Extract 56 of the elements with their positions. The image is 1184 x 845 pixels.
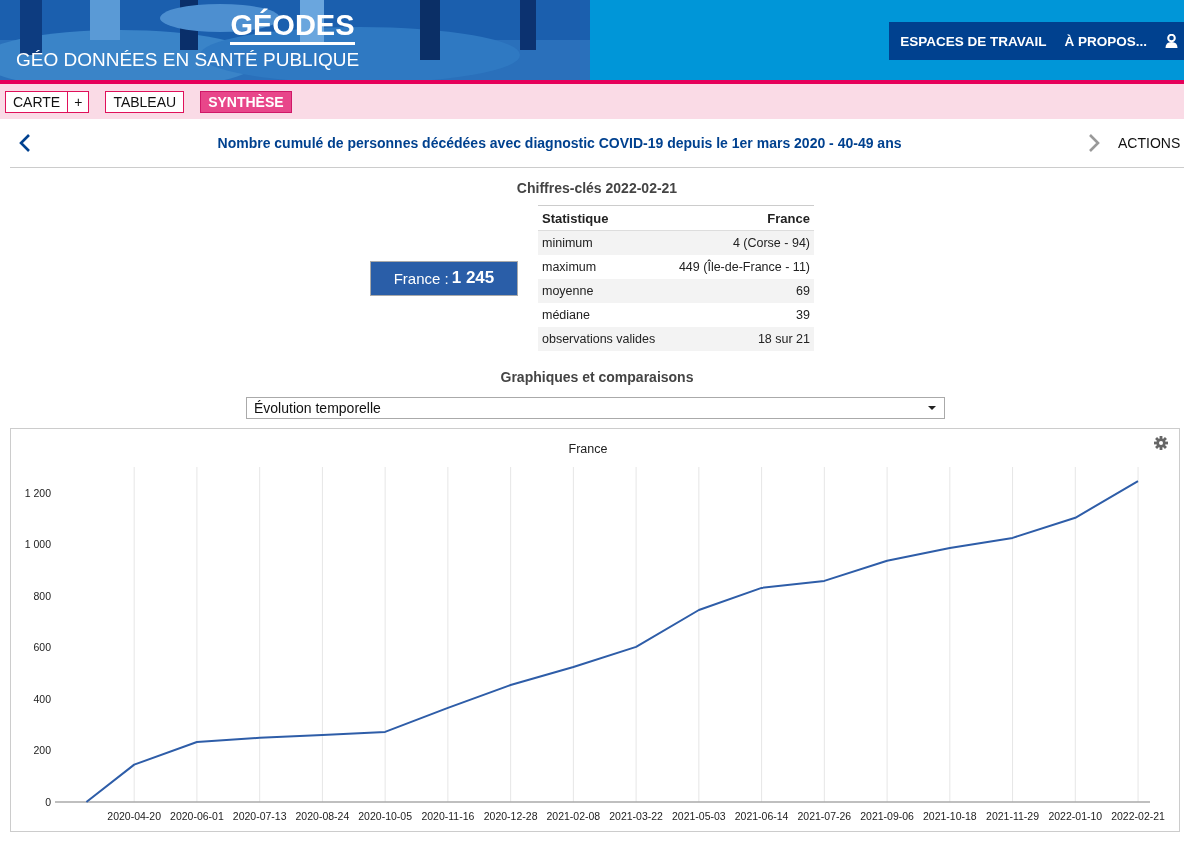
add-button[interactable]: + <box>68 90 90 113</box>
chart-type-dropdown[interactable]: Évolution temporelle <box>246 397 945 419</box>
axis-label: 2020-12-28 <box>483 810 538 822</box>
axis-label: 2022-02-21 <box>1111 810 1165 822</box>
table-cell: 18 sur 21 <box>666 327 814 351</box>
axis-label: 1 200 <box>24 486 51 499</box>
axis-label: 2021-03-22 <box>609 810 663 822</box>
site-title[interactable]: GÉODES <box>230 8 355 45</box>
axis-label: 2021-06-14 <box>734 810 789 822</box>
table-cell: 69 <box>666 279 814 303</box>
axis-label: 400 <box>33 692 51 705</box>
total-card: France : 1 245 <box>370 260 518 296</box>
caret-icon <box>928 406 936 410</box>
axis-label: 2020-08-24 <box>295 810 350 822</box>
axis-label: 2021-09-06 <box>860 810 914 822</box>
tab[interactable]: CARTE <box>5 90 69 113</box>
indicator-title: Nombre cumulé de personnes décédées avec diagnostic COVID-19 depuis le 1er mars 2020 - 40-49 ans <box>216 135 903 151</box>
table-cell: minimum <box>538 230 667 255</box>
table-cell: 4 (Corse - 94) <box>666 230 814 255</box>
axis-label: 2021-02-08 <box>546 810 601 822</box>
table-cell: maximum <box>538 255 667 279</box>
nav-link[interactable]: À PROPOS... <box>1064 33 1147 49</box>
axis-label: 2020-04-20 <box>107 810 162 822</box>
chart-title: France <box>568 442 608 456</box>
axis-label: 200 <box>33 744 51 757</box>
next-icon[interactable] <box>1088 134 1100 152</box>
tab[interactable]: SYNTHÈSE <box>200 90 292 113</box>
table-cell: 39 <box>666 303 814 327</box>
user-icon[interactable] <box>1165 34 1178 48</box>
axis-label: 2021-11-29 <box>986 810 1040 822</box>
axis-label: 600 <box>33 641 51 654</box>
axis-label: 2021-05-03 <box>672 810 726 822</box>
nav-link[interactable]: ESPACES DE TRAVAIL <box>900 33 1047 49</box>
table-cell: médiane <box>538 303 667 327</box>
axis-label: 0 <box>45 796 51 808</box>
axis-label: 2020-07-13 <box>232 810 287 822</box>
actions-menu[interactable]: ACTIONS <box>1118 135 1184 151</box>
axis-label: 2020-10-05 <box>358 810 412 822</box>
axis-label: 1 000 <box>24 538 51 551</box>
table-cell: moyenne <box>538 279 667 303</box>
section-heading: Graphiques et comparaisons <box>499 369 695 385</box>
axis-label: 800 <box>33 589 51 602</box>
axis-label: 2020-11-16 <box>421 810 475 822</box>
axis-label: 2020-06-01 <box>170 810 224 822</box>
settings-icon[interactable] <box>1154 436 1168 450</box>
column-header: France <box>666 205 814 231</box>
previous-icon[interactable] <box>19 134 31 152</box>
axis-label: 2021-07-26 <box>797 810 852 822</box>
table-cell: 449 (Île-de-France - 11) <box>666 255 814 279</box>
tab[interactable]: TABLEAU <box>105 90 185 113</box>
column-header: Statistique <box>538 205 667 231</box>
axis-label: 2021-10-18 <box>922 810 977 822</box>
section-heading: Chiffres-clés 2022-02-21 <box>515 180 679 196</box>
axis-label: 2022-01-10 <box>1048 810 1103 822</box>
site-subtitle: GÉO DONNÉES EN SANTÉ PUBLIQUE <box>16 49 360 71</box>
table-cell: observations valides <box>538 327 667 351</box>
